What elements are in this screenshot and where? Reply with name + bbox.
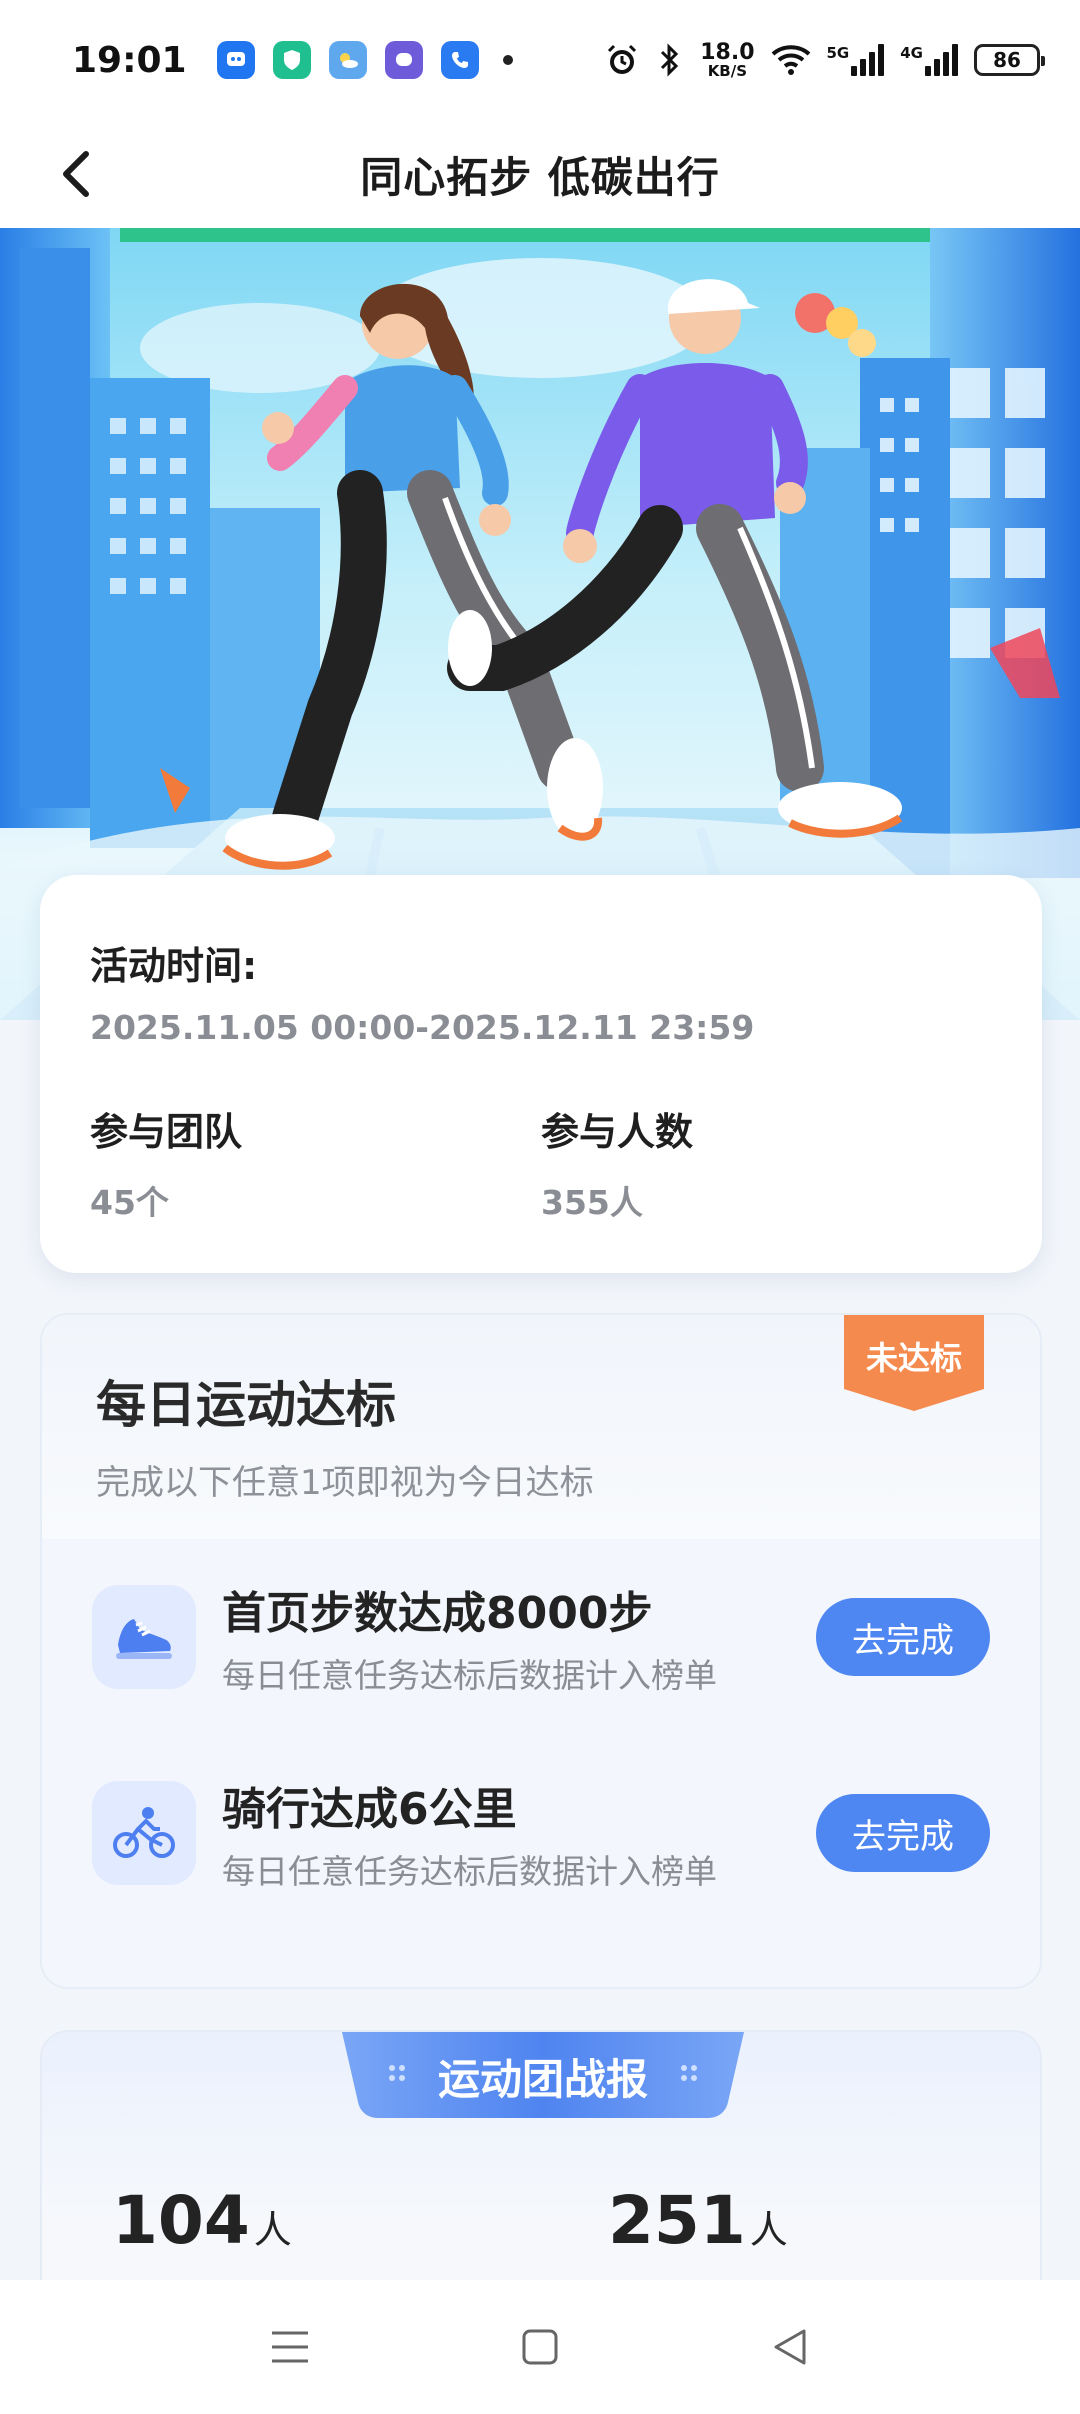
page: 19:01 18.0 KB/S 5G 4G 86 同心拓步 低碳出行 活动时间:… xyxy=(0,0,1080,2414)
chevron-left-icon xyxy=(63,151,89,197)
participation-stats: 参与团队 45个 参与人数 355人 xyxy=(90,1101,992,1224)
signal-5g: 5G xyxy=(827,44,885,76)
wifi-icon xyxy=(771,45,810,75)
signal-bars-icon xyxy=(925,44,958,76)
home-square-icon xyxy=(522,2329,558,2365)
system-navigation-bar xyxy=(0,2280,1080,2414)
signal-bars-icon xyxy=(851,44,885,76)
alarm-icon xyxy=(608,44,637,74)
weather-app-icon xyxy=(328,41,367,79)
daily-goal-card: 每日运动达标 完成以下任意1项即视为今日达标 未达标 首页步数达成8000步 每… xyxy=(40,1313,1042,1989)
task-description: 每日任意任务达标后数据计入榜单 xyxy=(222,1656,717,1695)
go-complete-button[interactable]: 去完成 xyxy=(816,1598,990,1676)
status-time: 19:01 xyxy=(72,39,187,81)
battle-report-title: 运动团战报 xyxy=(437,2055,648,2104)
teams-label: 参与团队 xyxy=(90,1110,243,1154)
home-button[interactable] xyxy=(510,2317,570,2377)
app-notification-icon xyxy=(216,41,255,79)
task-description: 每日任意任务达标后数据计入榜单 xyxy=(222,1852,717,1891)
status-indicators: 18.0 KB/S 5G 4G 86 xyxy=(604,39,1045,80)
participants-stat: 参与人数 355人 xyxy=(541,1101,992,1224)
report-stat: 104 人 xyxy=(112,2182,292,2259)
signal-4g: 4G xyxy=(900,44,958,76)
back-system-button[interactable] xyxy=(760,2317,820,2377)
battery-icon: 86 xyxy=(974,44,1045,76)
header: 同心拓步 低碳出行 xyxy=(0,120,1080,228)
participants-value: 355人 xyxy=(541,1183,643,1222)
sneaker-icon xyxy=(92,1585,196,1689)
battle-report-stats: 104 人 251 人 xyxy=(112,2182,1040,2259)
activity-info-card: 活动时间: 2025.11.05 00:00-2025.12.11 23:59 … xyxy=(40,875,1042,1273)
task-item-cycling: 骑行达成6公里 每日任意任务达标后数据计入榜单 去完成 xyxy=(92,1781,990,1891)
page-title: 同心拓步 低碳出行 xyxy=(360,152,720,202)
task-list: 首页步数达成8000步 每日任意任务达标后数据计入榜单 去完成 骑行达成6公里 … xyxy=(42,1539,1040,1987)
task-item-steps: 首页步数达成8000步 每日任意任务达标后数据计入榜单 去完成 xyxy=(92,1585,990,1695)
daily-goal-header: 每日运动达标 完成以下任意1项即视为今日达标 未达标 xyxy=(42,1315,1040,1539)
chat-app-icon xyxy=(384,41,423,79)
menu-button[interactable] xyxy=(260,2317,320,2377)
cycling-icon xyxy=(92,1781,196,1885)
teams-value: 45个 xyxy=(90,1183,169,1222)
notification-icons xyxy=(216,41,513,79)
teams-stat: 参与团队 45个 xyxy=(90,1101,541,1224)
back-button[interactable] xyxy=(44,142,108,206)
shield-app-icon xyxy=(272,41,311,79)
task-title: 骑行达成6公里 xyxy=(222,1784,517,1835)
battle-report-tab: 运动团战报 xyxy=(342,2032,744,2118)
participants-label: 参与人数 xyxy=(541,1110,694,1154)
activity-time-value: 2025.11.05 00:00-2025.12.11 23:59 xyxy=(90,1008,755,1047)
daily-goal-subtitle: 完成以下任意1项即视为今日达标 xyxy=(96,1463,594,1503)
report-stat: 251 人 xyxy=(608,2182,788,2259)
go-complete-button[interactable]: 去完成 xyxy=(816,1794,990,1872)
task-title: 首页步数达成8000步 xyxy=(222,1588,653,1639)
triangle-back-icon xyxy=(774,2329,806,2365)
more-notifications-dot xyxy=(502,55,513,65)
status-badge: 未达标 xyxy=(844,1315,984,1415)
activity-time-label: 活动时间: xyxy=(90,944,258,988)
phone-app-icon xyxy=(440,41,479,79)
menu-icon xyxy=(272,2331,308,2363)
network-speed: 18.0 KB/S xyxy=(700,39,755,80)
status-bar: 19:01 18.0 KB/S 5G 4G 86 xyxy=(0,0,1080,120)
bluetooth-icon xyxy=(661,43,679,77)
